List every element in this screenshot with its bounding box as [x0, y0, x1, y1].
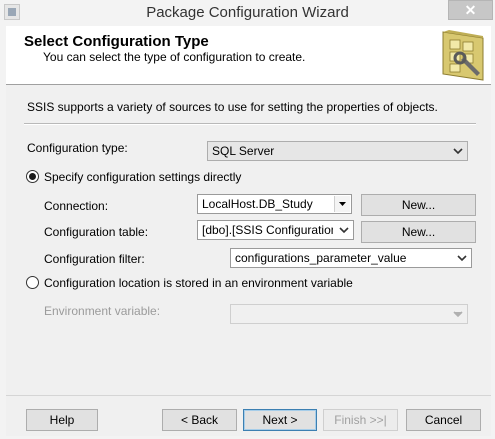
- environment-variable-label: Environment variable:: [44, 304, 161, 318]
- radio-environment-variable[interactable]: [26, 276, 39, 289]
- config-table-label: Configuration table:: [44, 225, 149, 239]
- chevron-down-icon: [457, 255, 467, 262]
- config-table-value: [dbo].[SSIS Configurations]: [202, 223, 333, 237]
- next-button[interactable]: Next >: [243, 409, 317, 431]
- back-button[interactable]: < Back: [162, 409, 237, 431]
- radio-specify-directly[interactable]: [26, 170, 39, 183]
- caret-down-icon: [334, 196, 350, 212]
- config-filter-label: Configuration filter:: [44, 252, 145, 266]
- close-icon: ✕: [464, 1, 477, 18]
- connection-value: LocalHost.DB_Study: [202, 197, 313, 211]
- chevron-down-icon: [453, 148, 463, 155]
- cancel-button[interactable]: Cancel: [406, 409, 481, 431]
- new-connection-button[interactable]: New...: [361, 194, 476, 216]
- window-frame-right: [491, 26, 495, 439]
- intro-text: SSIS supports a variety of sources to us…: [27, 100, 438, 114]
- config-type-value: SQL Server: [212, 144, 275, 158]
- wizard-header: Select Configuration Type You can select…: [6, 26, 491, 85]
- config-filter-select[interactable]: configurations_parameter_value: [230, 248, 472, 268]
- divider: [24, 123, 476, 125]
- title-bar: Package Configuration Wizard ✕: [0, 0, 495, 27]
- radio-specify-directly-label[interactable]: Specify configuration settings directly: [44, 170, 241, 184]
- new-table-button[interactable]: New...: [361, 221, 476, 243]
- config-type-label: Configuration type:: [27, 141, 128, 155]
- page-title: Select Configuration Type: [24, 33, 209, 50]
- radio-environment-variable-label[interactable]: Configuration location is stored in an e…: [44, 276, 353, 290]
- environment-variable-select[interactable]: [230, 304, 468, 324]
- page-subtitle: You can select the type of configuration…: [43, 50, 306, 64]
- connection-select[interactable]: LocalHost.DB_Study: [197, 194, 352, 214]
- window-close-button[interactable]: ✕: [448, 0, 493, 20]
- config-filter-value: configurations_parameter_value: [235, 251, 407, 265]
- chevron-down-icon: [453, 311, 463, 318]
- config-type-select[interactable]: SQL Server: [207, 141, 468, 161]
- footer-divider: [6, 395, 491, 396]
- chevron-down-icon: [339, 227, 349, 234]
- connection-label: Connection:: [44, 199, 109, 213]
- finish-button[interactable]: Finish >>|: [323, 409, 398, 431]
- window-frame-left: [0, 26, 6, 439]
- window-title: Package Configuration Wizard: [146, 4, 349, 21]
- help-button[interactable]: Help: [26, 409, 98, 431]
- wizard-art-icon: [442, 30, 484, 81]
- config-table-select[interactable]: [dbo].[SSIS Configurations]: [197, 220, 354, 240]
